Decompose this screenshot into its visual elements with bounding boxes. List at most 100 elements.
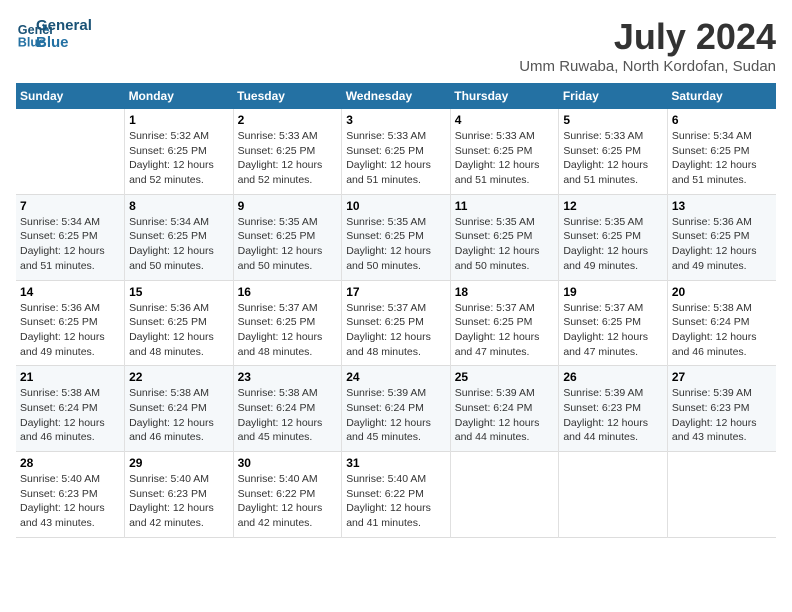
day-number: 18 <box>455 285 555 299</box>
day-number: 6 <box>672 113 772 127</box>
day-cell: 3 Sunrise: 5:33 AMSunset: 6:25 PMDaylight… <box>342 109 451 194</box>
day-number: 20 <box>672 285 772 299</box>
day-info: Sunrise: 5:34 AMSunset: 6:25 PMDaylight:… <box>672 129 772 188</box>
day-cell <box>667 452 776 538</box>
day-number: 12 <box>563 199 663 213</box>
day-cell <box>450 452 559 538</box>
day-number: 13 <box>672 199 772 213</box>
day-number: 14 <box>20 285 120 299</box>
header-row: SundayMondayTuesdayWednesdayThursdayFrid… <box>16 83 776 109</box>
day-number: 24 <box>346 370 446 384</box>
day-info: Sunrise: 5:35 AMSunset: 6:25 PMDaylight:… <box>346 215 446 274</box>
day-cell: 24 Sunrise: 5:39 AMSunset: 6:24 PMDayligh… <box>342 366 451 452</box>
day-number: 25 <box>455 370 555 384</box>
day-cell: 18Sunrise: 5:37 AMSunset: 6:25 PMDayligh… <box>450 280 559 366</box>
day-cell: 8 Sunrise: 5:34 AMSunset: 6:25 PMDaylight… <box>125 194 234 280</box>
day-cell: 7 Sunrise: 5:34 AMSunset: 6:25 PMDaylight… <box>16 194 125 280</box>
day-cell: 9Sunrise: 5:35 AMSunset: 6:25 PMDaylight… <box>233 194 342 280</box>
column-header-sunday: Sunday <box>16 83 125 109</box>
day-cell: 14 Sunrise: 5:36 AMSunset: 6:25 PMDayligh… <box>16 280 125 366</box>
day-cell: 13 Sunrise: 5:36 AMSunset: 6:25 PMDayligh… <box>667 194 776 280</box>
week-row-3: 14 Sunrise: 5:36 AMSunset: 6:25 PMDayligh… <box>16 280 776 366</box>
column-header-friday: Friday <box>559 83 668 109</box>
calendar-body: 1 Sunrise: 5:32 AMSunset: 6:25 PMDaylight… <box>16 109 776 537</box>
logo: General Blue General Blue <box>16 16 92 52</box>
day-cell: 20 Sunrise: 5:38 AMSunset: 6:24 PMDayligh… <box>667 280 776 366</box>
day-info: Sunrise: 5:33 AMSunset: 6:25 PMDaylight:… <box>563 129 663 188</box>
week-row-4: 21 Sunrise: 5:38 AMSunset: 6:24 PMDayligh… <box>16 366 776 452</box>
day-cell: 11 Sunrise: 5:35 AMSunset: 6:25 PMDayligh… <box>450 194 559 280</box>
day-info: Sunrise: 5:34 AMSunset: 6:25 PMDaylight:… <box>20 215 120 274</box>
logo-line1: General <box>36 17 92 34</box>
day-number: 1 <box>129 113 229 127</box>
day-cell: 10 Sunrise: 5:35 AMSunset: 6:25 PMDayligh… <box>342 194 451 280</box>
day-cell: 17Sunrise: 5:37 AMSunset: 6:25 PMDayligh… <box>342 280 451 366</box>
day-number: 21 <box>20 370 120 384</box>
day-number: 23 <box>238 370 338 384</box>
day-info: Sunrise: 5:38 AMSunset: 6:24 PMDaylight:… <box>672 301 772 360</box>
day-number: 22 <box>129 370 229 384</box>
day-info: Sunrise: 5:40 AMSunset: 6:22 PMDaylight:… <box>238 472 338 531</box>
day-cell: 23 Sunrise: 5:38 AMSunset: 6:24 PMDayligh… <box>233 366 342 452</box>
week-row-2: 7 Sunrise: 5:34 AMSunset: 6:25 PMDaylight… <box>16 194 776 280</box>
day-cell: 30Sunrise: 5:40 AMSunset: 6:22 PMDayligh… <box>233 452 342 538</box>
day-cell: 29Sunrise: 5:40 AMSunset: 6:23 PMDayligh… <box>125 452 234 538</box>
day-info: Sunrise: 5:36 AMSunset: 6:25 PMDaylight:… <box>20 301 120 360</box>
day-number: 27 <box>672 370 772 384</box>
page-header: General Blue General Blue July 2024 Umm … <box>16 16 776 75</box>
day-cell: 25 Sunrise: 5:39 AMSunset: 6:24 PMDayligh… <box>450 366 559 452</box>
logo-line2: Blue <box>36 34 92 51</box>
day-cell <box>559 452 668 538</box>
day-info: Sunrise: 5:33 AMSunset: 6:25 PMDaylight:… <box>346 129 446 188</box>
day-info: Sunrise: 5:39 AMSunset: 6:23 PMDaylight:… <box>672 386 772 445</box>
day-number: 7 <box>20 199 120 213</box>
day-cell <box>16 109 125 194</box>
day-info: Sunrise: 5:37 AMSunset: 6:25 PMDaylight:… <box>563 301 663 360</box>
day-info: Sunrise: 5:36 AMSunset: 6:25 PMDaylight:… <box>672 215 772 274</box>
column-header-wednesday: Wednesday <box>342 83 451 109</box>
day-cell: 26Sunrise: 5:39 AMSunset: 6:23 PMDayligh… <box>559 366 668 452</box>
day-info: Sunrise: 5:33 AMSunset: 6:25 PMDaylight:… <box>238 129 338 188</box>
day-number: 10 <box>346 199 446 213</box>
column-header-monday: Monday <box>125 83 234 109</box>
day-info: Sunrise: 5:32 AMSunset: 6:25 PMDaylight:… <box>129 129 229 188</box>
day-number: 15 <box>129 285 229 299</box>
column-header-saturday: Saturday <box>667 83 776 109</box>
day-cell: 6 Sunrise: 5:34 AMSunset: 6:25 PMDaylight… <box>667 109 776 194</box>
day-number: 19 <box>563 285 663 299</box>
day-info: Sunrise: 5:34 AMSunset: 6:25 PMDaylight:… <box>129 215 229 274</box>
day-info: Sunrise: 5:35 AMSunset: 6:25 PMDaylight:… <box>455 215 555 274</box>
day-cell: 28Sunrise: 5:40 AMSunset: 6:23 PMDayligh… <box>16 452 125 538</box>
day-info: Sunrise: 5:39 AMSunset: 6:24 PMDaylight:… <box>455 386 555 445</box>
week-row-5: 28Sunrise: 5:40 AMSunset: 6:23 PMDayligh… <box>16 452 776 538</box>
day-number: 8 <box>129 199 229 213</box>
calendar-table: SundayMondayTuesdayWednesdayThursdayFrid… <box>16 83 776 538</box>
day-cell: 16Sunrise: 5:37 AMSunset: 6:25 PMDayligh… <box>233 280 342 366</box>
day-cell: 21Sunrise: 5:38 AMSunset: 6:24 PMDayligh… <box>16 366 125 452</box>
day-info: Sunrise: 5:40 AMSunset: 6:22 PMDaylight:… <box>346 472 446 531</box>
day-number: 3 <box>346 113 446 127</box>
day-info: Sunrise: 5:38 AMSunset: 6:24 PMDaylight:… <box>238 386 338 445</box>
day-info: Sunrise: 5:35 AMSunset: 6:25 PMDaylight:… <box>238 215 338 274</box>
day-cell: 19 Sunrise: 5:37 AMSunset: 6:25 PMDayligh… <box>559 280 668 366</box>
day-number: 5 <box>563 113 663 127</box>
day-number: 4 <box>455 113 555 127</box>
calendar-header: SundayMondayTuesdayWednesdayThursdayFrid… <box>16 83 776 109</box>
column-header-tuesday: Tuesday <box>233 83 342 109</box>
day-info: Sunrise: 5:36 AMSunset: 6:25 PMDaylight:… <box>129 301 229 360</box>
page-subtitle: Umm Ruwaba, North Kordofan, Sudan <box>519 58 776 75</box>
day-number: 31 <box>346 456 446 470</box>
page-title: July 2024 <box>519 16 776 58</box>
column-header-thursday: Thursday <box>450 83 559 109</box>
day-number: 28 <box>20 456 120 470</box>
day-info: Sunrise: 5:37 AMSunset: 6:25 PMDaylight:… <box>238 301 338 360</box>
day-number: 11 <box>455 199 555 213</box>
day-number: 2 <box>238 113 338 127</box>
day-info: Sunrise: 5:39 AMSunset: 6:24 PMDaylight:… <box>346 386 446 445</box>
week-row-1: 1 Sunrise: 5:32 AMSunset: 6:25 PMDaylight… <box>16 109 776 194</box>
day-number: 26 <box>563 370 663 384</box>
day-info: Sunrise: 5:38 AMSunset: 6:24 PMDaylight:… <box>129 386 229 445</box>
day-cell: 27 Sunrise: 5:39 AMSunset: 6:23 PMDayligh… <box>667 366 776 452</box>
day-cell: 5 Sunrise: 5:33 AMSunset: 6:25 PMDaylight… <box>559 109 668 194</box>
day-cell: 15 Sunrise: 5:36 AMSunset: 6:25 PMDayligh… <box>125 280 234 366</box>
